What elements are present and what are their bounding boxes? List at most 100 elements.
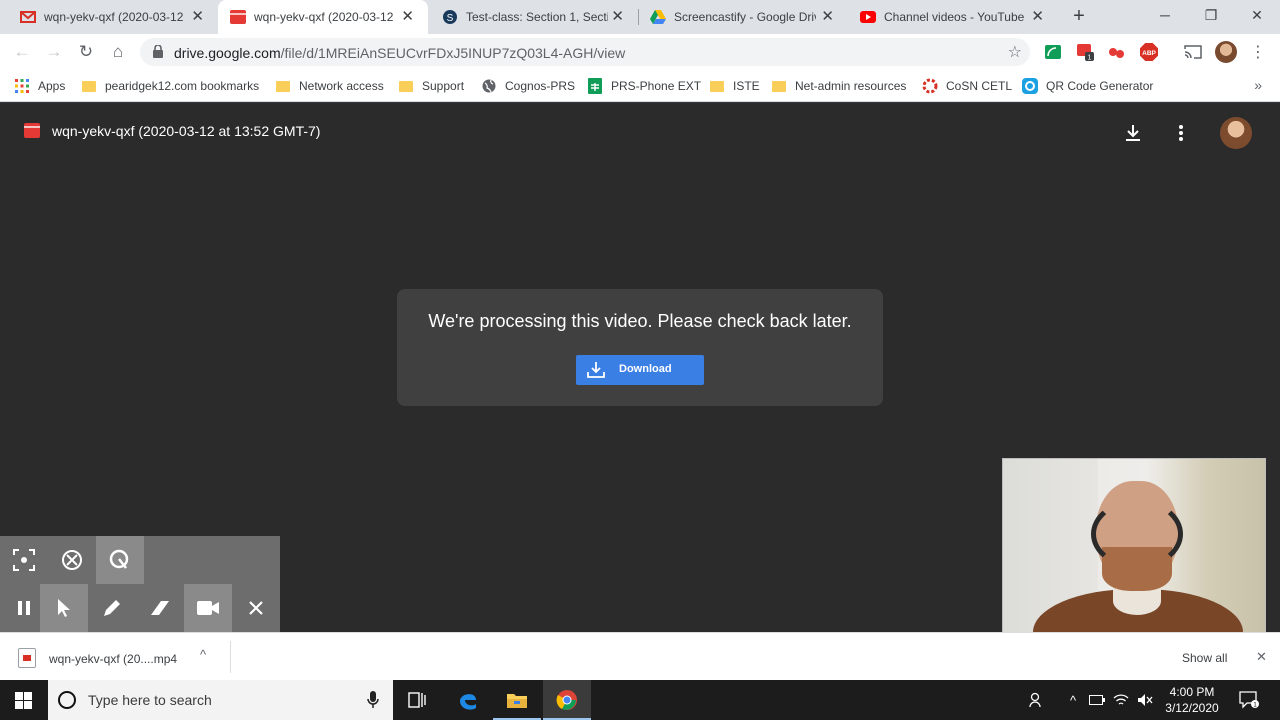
close-tab-icon[interactable]: ✕ [611,9,624,25]
chrome-icon [556,690,577,710]
screencastify-toolbar [0,536,280,632]
bookmark-label: QR Code Generator [1046,79,1154,93]
highlight-clicks-button[interactable] [48,536,96,584]
pen-tool-button[interactable] [88,584,136,632]
video-file-icon [230,9,246,25]
close-tab-icon[interactable]: ✕ [821,9,834,25]
close-tab-icon[interactable]: ✕ [401,9,414,25]
folder-icon [771,78,787,94]
eraser-tool-button[interactable] [136,584,184,632]
windows-start-icon[interactable] [15,692,32,709]
close-icon [249,601,263,615]
home-button[interactable]: ⌂ [108,42,128,62]
adblock-extension-icon[interactable]: ABP [1139,42,1159,62]
volume-muted-icon[interactable] [1136,691,1154,709]
tab-screencastify-drive[interactable]: Screencastify - Google Driv ✕ [638,0,848,34]
tab-gmail[interactable]: wqn-yekv-qxf (2020-03-12 ✕ [0,0,218,34]
bookmark-support[interactable]: Support [398,76,464,96]
reload-button[interactable]: ↻ [76,42,96,62]
webcam-person-collar [1113,587,1161,615]
download-button[interactable]: Download [576,355,704,385]
camera-extension-icon[interactable] [1107,42,1127,62]
edge-taskbar-button[interactable] [444,680,492,720]
close-shelf-icon[interactable]: ✕ [1256,649,1267,665]
cosn-icon [922,78,938,94]
notifications-icon[interactable]: 1 [1238,691,1260,709]
bookmark-qr-generator[interactable]: QR Code Generator [1022,76,1153,96]
close-window-button[interactable]: ✕ [1234,4,1280,28]
url-text: drive.google.com/file/d/1MREiAnSEUCvrFDx… [174,45,625,61]
profile-avatar[interactable] [1215,41,1237,63]
cast-icon[interactable] [1183,42,1203,62]
webcam-toggle-button[interactable] [184,584,232,632]
minimize-button[interactable]: ─ [1142,4,1188,28]
click-highlight-icon [62,550,82,570]
forward-button[interactable]: → [44,42,64,62]
file-explorer-taskbar-button[interactable] [493,680,541,720]
close-tab-icon[interactable]: ✕ [191,9,204,25]
people-icon[interactable] [1028,691,1046,709]
close-toolbar-button[interactable] [232,584,280,632]
bookmark-network-access[interactable]: Network access [275,76,384,96]
restore-button[interactable]: ❐ [1188,4,1234,28]
taskbar-search-box[interactable]: Type here to search [48,680,393,720]
youtube-icon [860,9,876,25]
search-placeholder: Type here to search [88,692,212,708]
folder-icon [398,78,414,94]
browser-menu-icon[interactable]: ⋮ [1250,42,1266,62]
account-avatar[interactable] [1220,117,1252,149]
bookmark-label: Network access [299,79,384,93]
bookmarks-overflow-icon[interactable]: » [1254,77,1262,93]
bookmark-cognos[interactable]: Cognos-PRS [481,76,575,96]
bookmark-iste[interactable]: ISTE [709,76,760,96]
bookmarks-bar: Apps pearidgek12.com bookmarks Network a… [0,70,1280,102]
file-explorer-icon [507,694,527,708]
folder-icon [275,78,291,94]
taskbar-clock[interactable]: 4:00 PM 3/12/2020 [1157,684,1227,716]
bookmark-pearidge[interactable]: pearidgek12.com bookmarks [81,76,259,96]
bookmark-apps[interactable]: Apps [14,76,65,96]
microphone-icon[interactable] [367,691,379,709]
chrome-taskbar-button[interactable] [543,680,591,720]
download-icon[interactable] [1121,121,1145,145]
bookmark-label: pearidgek12.com bookmarks [105,79,260,93]
close-tab-icon[interactable]: ✕ [1031,9,1044,25]
show-all-link[interactable]: Show all [1182,651,1227,665]
task-view-icon [408,692,426,708]
address-bar[interactable]: drive.google.com/file/d/1MREiAnSEUCvrFDx… [140,38,1030,66]
back-button[interactable]: ← [12,42,32,62]
highlight-mouse-button[interactable] [96,536,144,584]
cursor-icon [58,599,70,617]
cursor-tool-button[interactable] [40,584,88,632]
battery-icon[interactable] [1088,691,1106,709]
wifi-icon[interactable] [1112,691,1130,709]
tab-drive-video[interactable]: wqn-yekv-qxf (2020-03-12 ✕ [218,0,428,34]
new-tab-button[interactable]: + [1068,6,1090,28]
task-view-button[interactable] [393,680,441,720]
cast-extension-icon[interactable] [1043,42,1063,62]
clock-date: 3/12/2020 [1165,701,1219,715]
bookmark-cosn[interactable]: CoSN CETL [922,76,1012,96]
extension-badge: 1 [1088,55,1092,62]
screencastify-extension-icon[interactable]: 1 [1075,42,1095,62]
pause-icon [18,601,30,615]
webcam-preview[interactable] [1002,458,1266,656]
video-file-icon [18,648,36,668]
tab-schoology[interactable]: S Test-class: Section 1, Sectio ✕ [428,0,638,34]
bookmark-net-admin[interactable]: Net-admin resources [771,76,906,96]
adblock-label: ABP [1142,50,1156,57]
focus-mouse-button[interactable] [0,536,48,584]
bookmark-star-icon[interactable]: ☆ [1008,42,1022,62]
chevron-up-icon[interactable]: ^ [200,647,206,662]
svg-text:S: S [447,13,454,24]
viewer-title: wqn-yekv-qxf (2020-03-12 at 13:52 GMT-7) [52,123,321,139]
tab-strip: wqn-yekv-qxf (2020-03-12 ✕ wqn-yekv-qxf … [0,0,1280,34]
lock-icon [153,44,163,58]
tab-youtube[interactable]: Channel videos - YouTube S ✕ [848,0,1058,34]
download-button-label: Download [619,363,672,375]
more-options-icon[interactable] [1169,121,1193,145]
downloaded-file-name[interactable]: wqn-yekv-qxf (20....mp4 [49,652,177,666]
cortana-icon [58,691,76,709]
chevron-up-icon[interactable]: ^ [1064,691,1082,709]
bookmark-prs-phone[interactable]: PRS-Phone EXT [587,76,701,96]
